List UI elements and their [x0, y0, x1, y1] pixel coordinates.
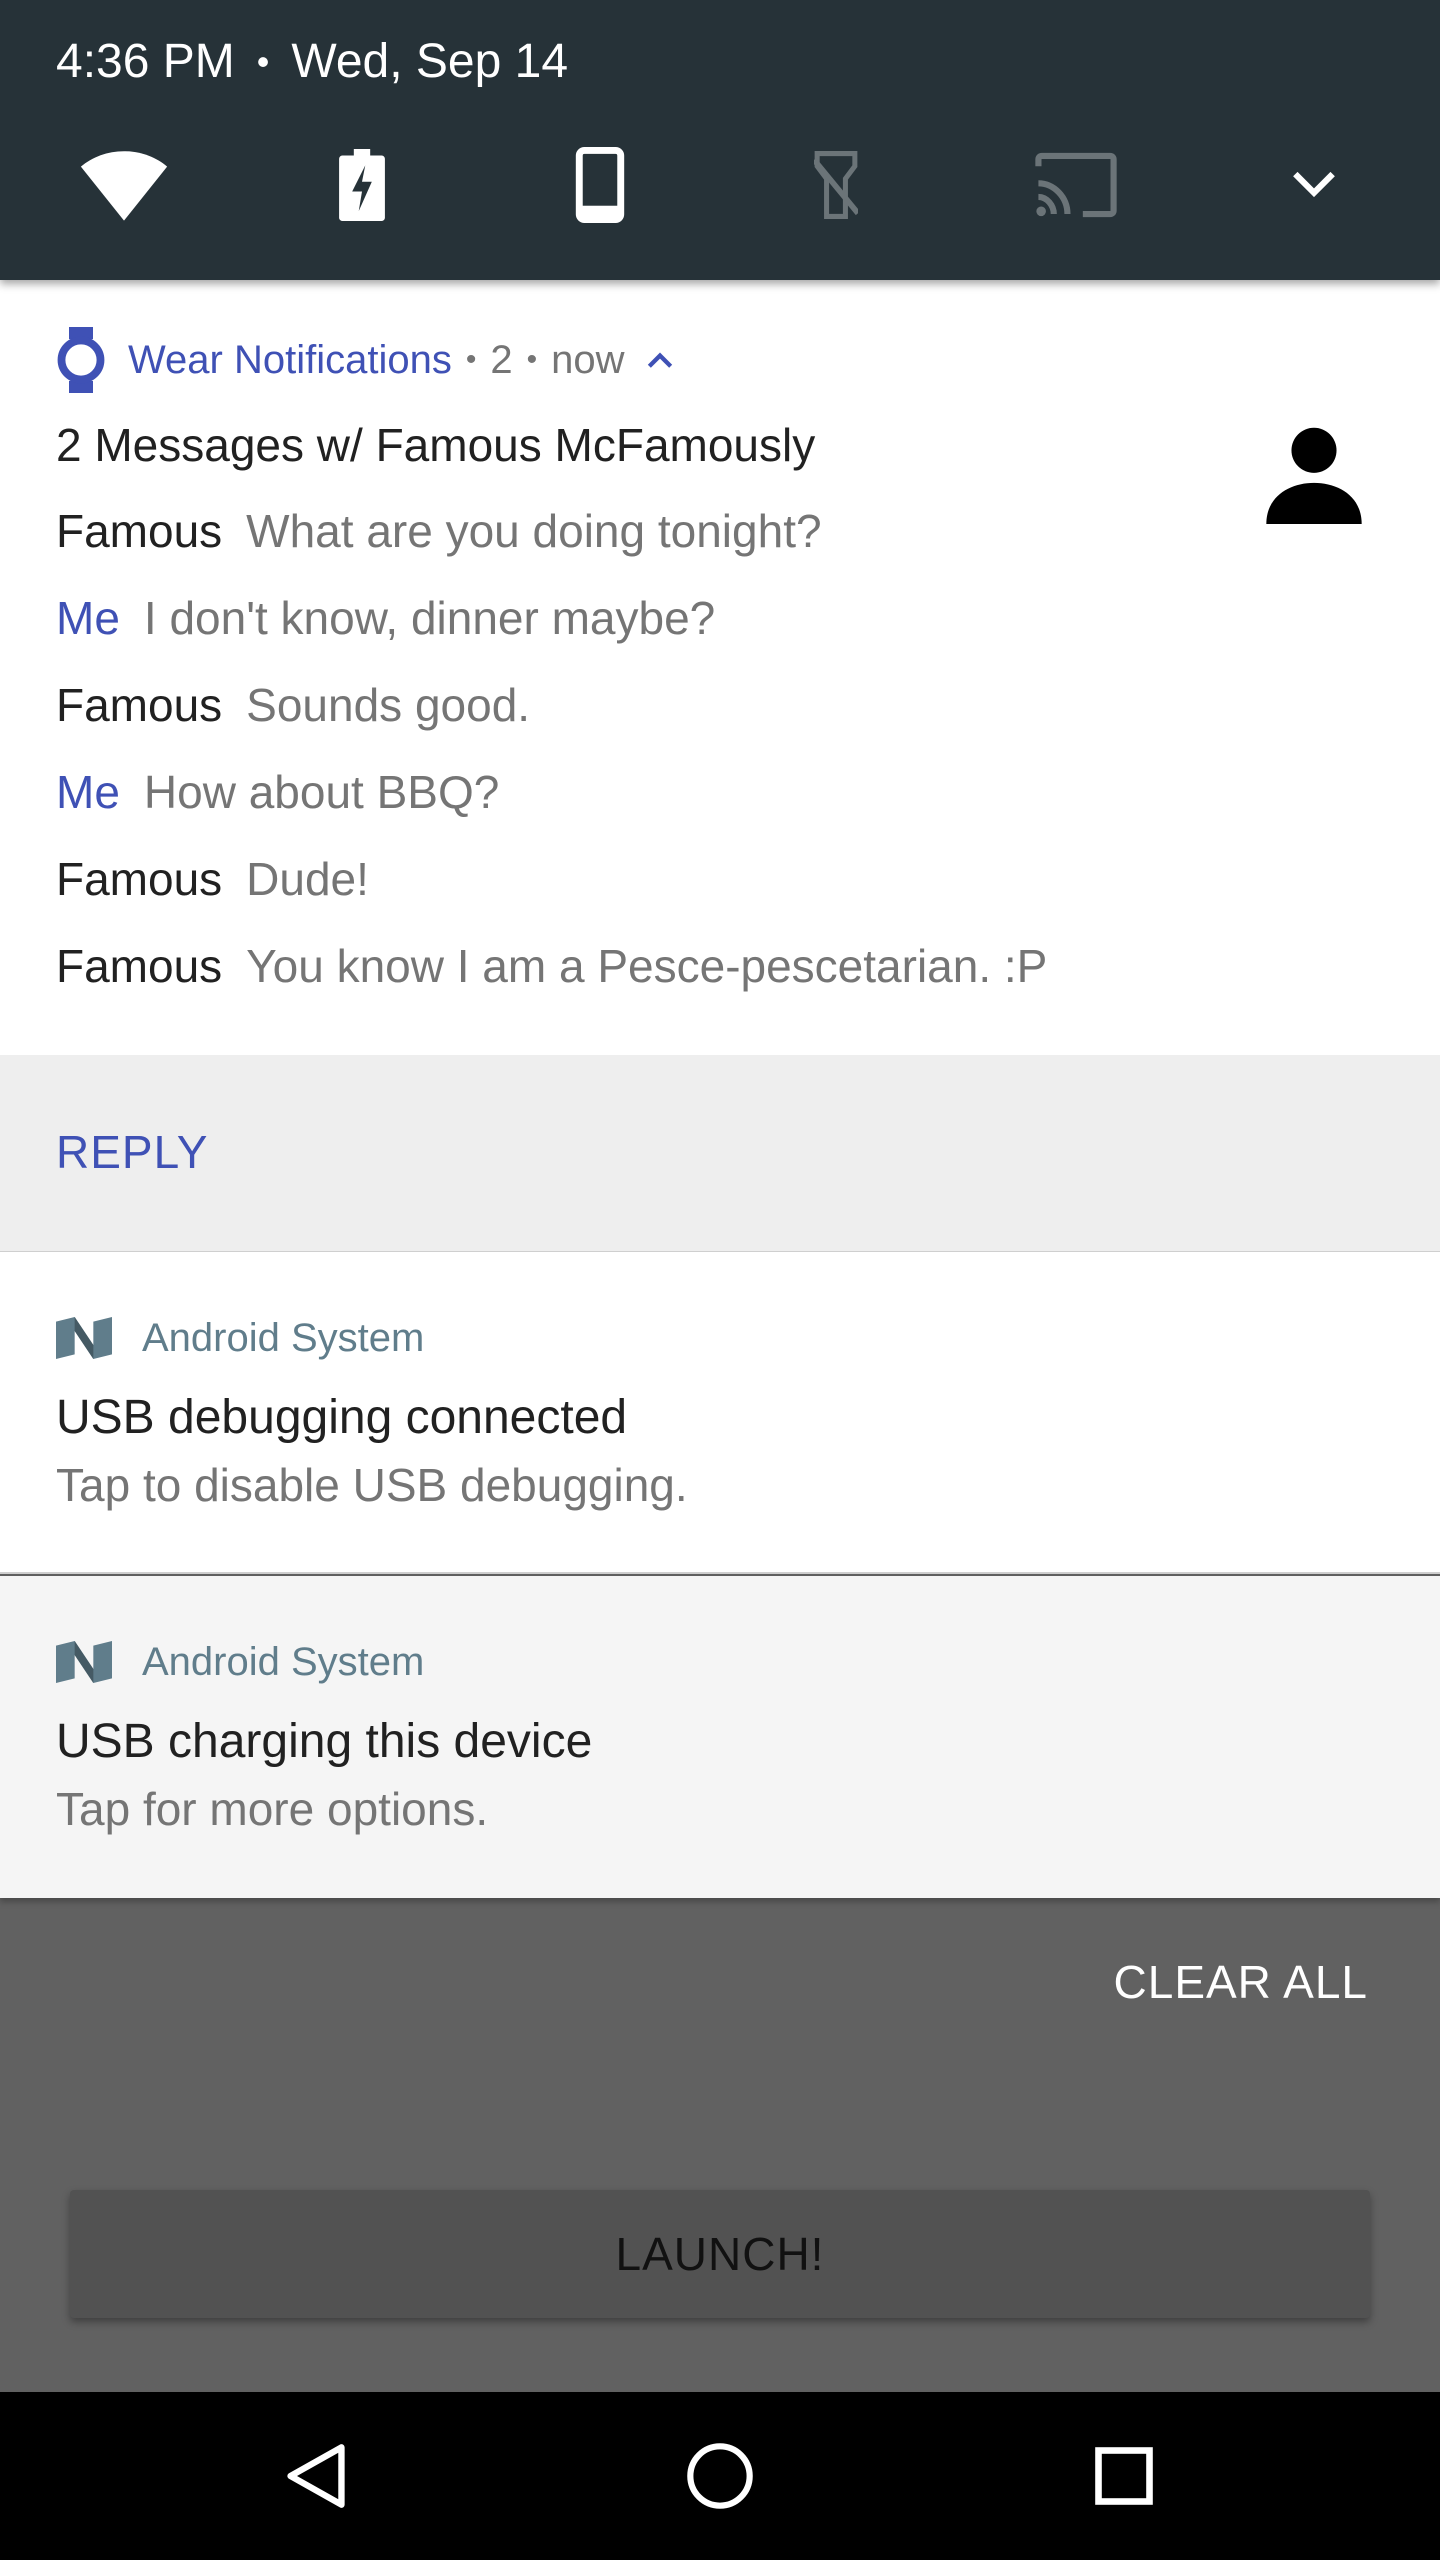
flashlight-icon: [814, 151, 858, 219]
notification-title: USB charging this device: [56, 1715, 593, 1768]
android-n-icon: [56, 1641, 112, 1683]
avatar-icon: [1266, 427, 1362, 524]
flashlight-tile[interactable]: [786, 140, 886, 230]
header-separator: •: [465, 343, 477, 376]
message-text: What are you doing tonight?: [246, 505, 822, 557]
message-line: Famous What are you doing tonight?: [56, 504, 822, 558]
notification-actions: REPLY: [0, 1055, 1440, 1253]
message-count: 2: [490, 337, 513, 382]
wifi-tile[interactable]: [74, 140, 174, 230]
app-name: Android System: [142, 1315, 425, 1360]
notification-title: USB debugging connected: [56, 1391, 628, 1444]
notification-text: Tap for more options.: [56, 1783, 489, 1835]
cast-icon: [1035, 152, 1117, 218]
recents-icon: [1095, 2447, 1153, 2505]
message-text: Sounds good.: [246, 679, 531, 731]
quick-settings-tiles: [0, 140, 1440, 230]
message-text: You know I am a Pesce-pescetarian. :P: [246, 940, 1048, 992]
status-datetime: 4:36 PM • Wed, Sep 14: [56, 34, 568, 89]
quick-settings-header: 4:36 PM • Wed, Sep 14: [0, 0, 1440, 280]
message-sender: Famous: [56, 679, 223, 731]
clear-all-button[interactable]: CLEAR ALL: [1114, 1955, 1368, 2009]
message-sender: Famous: [56, 940, 223, 992]
message-text: I don't know, dinner maybe?: [143, 592, 716, 644]
message-sender: Famous: [56, 853, 223, 905]
message-line: Famous Sounds good.: [56, 678, 530, 732]
message-line: Famous Dude!: [56, 852, 369, 906]
launch-button[interactable]: LAUNCH!: [70, 2190, 1370, 2318]
conversation-title: 2 Messages w/ Famous McFamously: [56, 419, 816, 471]
usb-charging-notification[interactable]: Android System USB charging this device …: [0, 1576, 1440, 1898]
cast-tile[interactable]: [1026, 140, 1126, 230]
message-sender: Me: [56, 592, 120, 644]
battery-saver-icon: [339, 149, 385, 221]
app-name: Android System: [142, 1639, 425, 1684]
battery-saver-tile[interactable]: [312, 140, 412, 230]
message-line: Famous You know I am a Pesce-pescetarian.…: [56, 939, 1047, 993]
recents-button[interactable]: [1074, 2426, 1174, 2526]
expand-tile[interactable]: [1264, 140, 1364, 230]
wifi-icon: [80, 151, 168, 221]
status-date[interactable]: Wed, Sep 14: [291, 34, 568, 89]
auto-rotate-icon: [575, 147, 625, 223]
auto-rotate-tile[interactable]: [550, 140, 650, 230]
chevron-up-icon[interactable]: [647, 352, 673, 368]
header-separator: •: [526, 343, 538, 376]
message-line: Me How about BBQ?: [56, 765, 499, 819]
navigation-bar: [0, 2392, 1440, 2560]
status-time: 4:36 PM: [56, 35, 235, 88]
android-n-icon: [56, 1317, 112, 1359]
back-icon: [287, 2444, 345, 2508]
message-text: Dude!: [246, 853, 369, 905]
home-icon: [687, 2443, 753, 2509]
usb-debugging-notification[interactable]: Android System USB debugging connected T…: [0, 1252, 1440, 1574]
home-button[interactable]: [670, 2426, 770, 2526]
status-separator: •: [256, 40, 270, 82]
notification-text: Tap to disable USB debugging.: [56, 1459, 688, 1511]
message-text: How about BBQ?: [143, 766, 500, 818]
notification-header: Wear Notifications • 2 • now: [56, 327, 673, 393]
message-line: Me I don't know, dinner maybe?: [56, 591, 715, 645]
back-button[interactable]: [266, 2426, 366, 2526]
wear-notification-card[interactable]: Wear Notifications • 2 • now 2 Messages …: [0, 280, 1440, 1055]
app-name: Wear Notifications: [128, 337, 452, 382]
watch-icon: [57, 327, 105, 393]
reply-button[interactable]: REPLY: [56, 1125, 208, 1179]
notification-header: Android System: [56, 1634, 424, 1690]
message-sender: Famous: [56, 505, 223, 557]
message-sender: Me: [56, 766, 120, 818]
notification-header: Android System: [56, 1310, 424, 1366]
notification-time: now: [551, 337, 625, 382]
chevron-down-icon: [1293, 171, 1335, 198]
